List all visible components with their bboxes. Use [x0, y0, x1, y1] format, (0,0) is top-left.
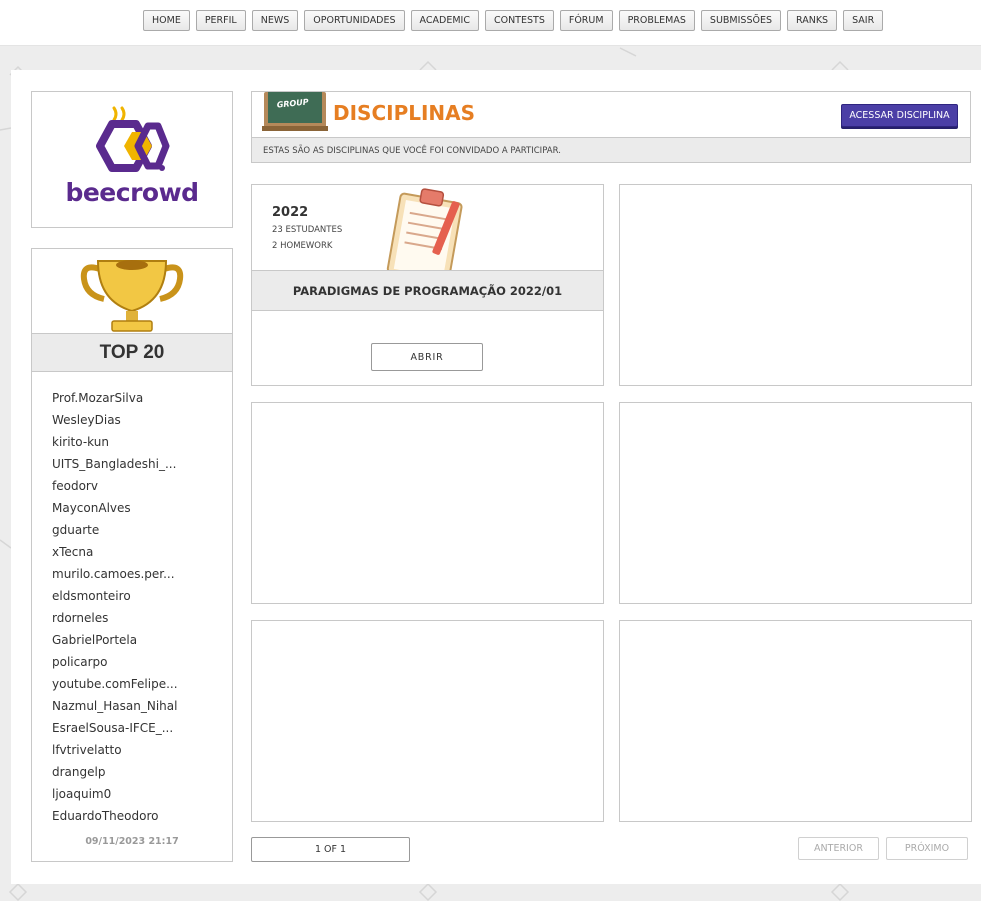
empty-course-slot: [619, 184, 972, 386]
ranking-user[interactable]: ljoaquim0: [52, 783, 178, 805]
nav-submissoes[interactable]: SUBMISSÕES: [700, 10, 781, 31]
empty-course-slot: [251, 402, 604, 604]
nav-contests[interactable]: CONTESTS: [484, 10, 554, 31]
next-page-button[interactable]: PRÓXIMO: [886, 837, 968, 860]
ranking-title: TOP 20: [32, 333, 232, 372]
top-navbar: HOME PERFIL NEWS OPORTUNIDADES ACADEMIC …: [0, 0, 981, 46]
ranking-user[interactable]: GabrielPortela: [52, 629, 178, 651]
nav-sair[interactable]: SAIR: [843, 10, 884, 31]
nav-problemas[interactable]: PROBLEMAS: [618, 10, 695, 31]
page-subtitle: ESTAS SÃO AS DISCIPLINAS QUE VOCÊ FOI CO…: [263, 146, 561, 156]
clipboard-icon: [386, 188, 463, 270]
logo-text: beecrowd: [65, 178, 199, 207]
beecrowd-logo-icon: [96, 106, 170, 172]
ranking-user[interactable]: eldsmonteiro: [52, 585, 178, 607]
logo-box[interactable]: beecrowd: [31, 91, 233, 228]
ranking-user[interactable]: WesleyDias: [52, 409, 178, 431]
main-content: beecrowd TOP 20 Prof.MozarSilva WesleyDi…: [11, 70, 981, 884]
course-year: 2022: [272, 205, 309, 220]
course-name: PARADIGMAS DE PROGRAMAÇÃO 2022/01: [252, 270, 603, 311]
ranking-list: Prof.MozarSilva WesleyDias kirito-kun UI…: [52, 387, 178, 827]
ranking-updated-date: 09/11/2023 21:17: [85, 836, 179, 847]
access-discipline-button[interactable]: ACESSAR DISCIPLINA: [841, 104, 958, 127]
ranking-user[interactable]: Nazmul_Hasan_Nihal: [52, 695, 178, 717]
ranking-user[interactable]: rdorneles: [52, 607, 178, 629]
course-card-top: 2022 23 ESTUDANTES 2 HOMEWORK: [252, 185, 603, 270]
ranking-user[interactable]: drangelp: [52, 761, 178, 783]
course-homework: 2 HOMEWORK: [272, 241, 333, 251]
group-chalkboard-icon: GROUP: [262, 92, 328, 131]
page-indicator: 1 OF 1: [251, 837, 410, 862]
nav-oportunidades[interactable]: OPORTUNIDADES: [304, 10, 405, 31]
empty-course-slot: [251, 620, 604, 822]
course-card: 2022 23 ESTUDANTES 2 HOMEWORK PARADIGMAS…: [251, 184, 604, 386]
disciplinas-header: GROUP DISCIPLINAS ACESSAR DISCIPLINA EST…: [251, 91, 971, 163]
course-students: 23 ESTUDANTES: [272, 225, 343, 235]
main-nav: HOME PERFIL NEWS OPORTUNIDADES ACADEMIC …: [143, 10, 884, 31]
nav-home[interactable]: HOME: [143, 10, 190, 31]
ranking-user[interactable]: xTecna: [52, 541, 178, 563]
nav-forum[interactable]: FÓRUM: [559, 10, 613, 31]
ranking-user[interactable]: murilo.camoes.per...: [52, 563, 178, 585]
empty-course-slot: [619, 402, 972, 604]
ranking-user[interactable]: gduarte: [52, 519, 178, 541]
trophy-icon: [80, 260, 184, 332]
open-course-button[interactable]: ABRIR: [371, 343, 483, 371]
ranking-user[interactable]: UITS_Bangladeshi_...: [52, 453, 178, 475]
ranking-user[interactable]: youtube.comFelipe...: [52, 673, 178, 695]
empty-course-slot: [619, 620, 972, 822]
ranking-user[interactable]: EsraelSousa-IFCE_...: [52, 717, 178, 739]
ranking-panel: TOP 20 Prof.MozarSilva WesleyDias kirito…: [31, 248, 233, 862]
ranking-user[interactable]: MayconAlves: [52, 497, 178, 519]
nav-ranks[interactable]: RANKS: [787, 10, 838, 31]
nav-news[interactable]: NEWS: [251, 10, 299, 31]
previous-page-button[interactable]: ANTERIOR: [798, 837, 879, 860]
ranking-user[interactable]: kirito-kun: [52, 431, 178, 453]
ranking-user[interactable]: EduardoTheodoro: [52, 805, 178, 827]
nav-perfil[interactable]: PERFIL: [195, 10, 246, 31]
nav-academic[interactable]: ACADEMIC: [410, 10, 479, 31]
ranking-user[interactable]: Prof.MozarSilva: [52, 387, 178, 409]
ranking-user[interactable]: lfvtrivelatto: [52, 739, 178, 761]
ranking-user[interactable]: feodorv: [52, 475, 178, 497]
ranking-user[interactable]: policarpo: [52, 651, 178, 673]
page-title: DISCIPLINAS: [333, 101, 476, 125]
header-top: GROUP DISCIPLINAS ACESSAR DISCIPLINA: [252, 92, 970, 138]
